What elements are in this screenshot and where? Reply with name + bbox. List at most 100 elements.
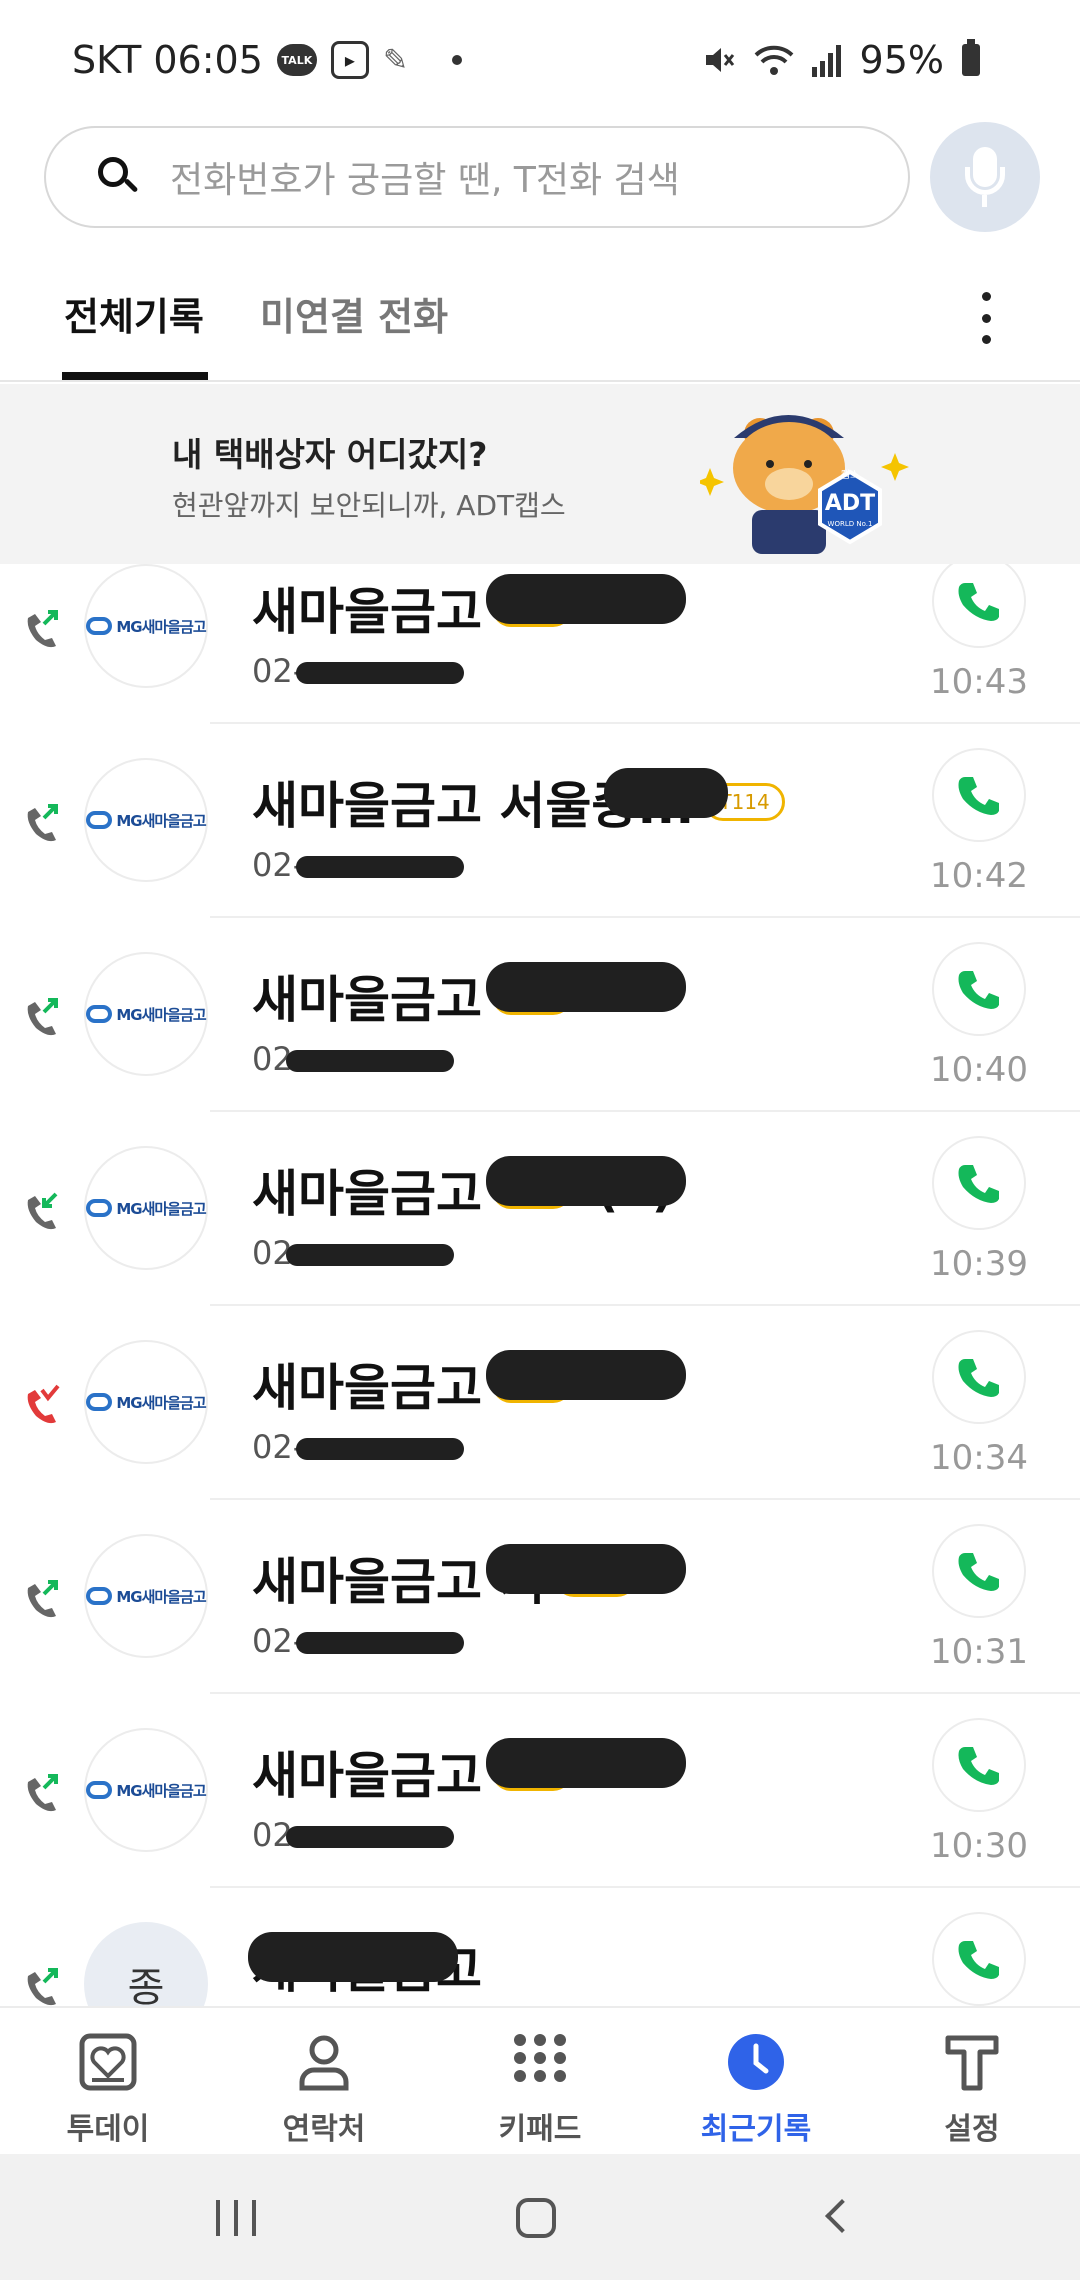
contact-name-text: 새마을금고 (252, 1165, 482, 1223)
call-log-row[interactable]: 종새마을금고010-3744-592909:51 (0, 1888, 1080, 2006)
call-button[interactable] (932, 1912, 1026, 2006)
call-time: 10:30 (930, 1826, 1028, 1866)
pen-icon: ✎ (382, 42, 409, 78)
contact-avatar[interactable]: MG새마을금고 (84, 952, 208, 1076)
call-button[interactable] (932, 1524, 1026, 1618)
nav-recents[interactable]: 최근기록 (686, 2032, 826, 2148)
call-button[interactable] (932, 1136, 1026, 1230)
call-log-row[interactable]: MG새마을금고새마을금고 서T11402-10:31 (0, 1500, 1080, 1694)
redaction-mark (286, 1050, 454, 1072)
mg-logo-icon: MG새마을금고 (86, 1198, 207, 1219)
mascot-bear-icon: 캡스 ADT WORLD No.1 (700, 415, 909, 554)
call-button[interactable] (932, 942, 1026, 1036)
badge-logo-text: ADT (825, 491, 875, 516)
search-placeholder: 전화번호가 궁금할 땐, T전화 검색 (170, 160, 680, 201)
call-log-row[interactable]: MG새마을금고새마을금고T1140210:40 (0, 918, 1080, 1112)
contact-avatar[interactable]: MG새마을금고 (84, 1728, 208, 1852)
call-time: 10:43 (930, 662, 1028, 702)
status-right: 95% (702, 38, 980, 82)
call-log-row[interactable]: MG새마을금고새마을금고T114(2)0210:39 (0, 1112, 1080, 1306)
nav-contacts[interactable]: 연락처 (254, 2032, 394, 2148)
contact-avatar[interactable]: MG새마을금고 (84, 1146, 208, 1270)
search-bar[interactable]: 전화번호가 궁금할 땐, T전화 검색 (44, 126, 910, 228)
call-log-row[interactable]: MG새마을금고새마을금고T1140210:30 (0, 1694, 1080, 1888)
call-log-row[interactable]: MG새마을금고새마을금고T11402-10:34 (0, 1306, 1080, 1500)
redaction-mark (286, 1244, 454, 1266)
contact-name-text: 새마을금고 (252, 1359, 482, 1417)
talk-icon: TALK (276, 44, 317, 76)
redaction-mark (248, 1932, 458, 1982)
nav-recents-label: 최근기록 (700, 2112, 812, 2147)
tab-bar: 전체기록 미연결 전화 (0, 262, 1080, 382)
call-time: 10:40 (930, 1050, 1028, 1090)
more-options-icon[interactable] (976, 292, 996, 344)
redaction-mark (486, 962, 686, 1012)
banner-subtitle: 현관앞까지 보안되니까, ADT캡스 (172, 489, 566, 522)
phone-icon (958, 1747, 999, 1785)
phone-icon (958, 971, 999, 1009)
nav-settings[interactable]: 설정 (902, 2032, 1042, 2148)
tab-missed-calls[interactable]: 미연결 전화 (260, 286, 448, 341)
nav-today-label: 투데이 (66, 2112, 150, 2147)
incoming-call-icon (27, 1192, 58, 1230)
status-left: SKT 06:05 TALK ▸ ✎ (72, 38, 463, 82)
back-icon[interactable] (825, 2199, 859, 2233)
call-button[interactable] (932, 1718, 1026, 1812)
nav-today[interactable]: 투데이 (38, 2032, 178, 2148)
search-icon (96, 155, 140, 199)
banner-title: 내 택배상자 어디갔지? (172, 435, 488, 474)
recent-apps-icon[interactable] (216, 2200, 256, 2236)
call-log-row[interactable]: MG새마을금고 새마을금고 서울중... T114 02- 10:42 (0, 724, 1080, 918)
badge-bottom-text: WORLD No.1 (828, 520, 873, 528)
home-icon[interactable] (516, 2198, 556, 2238)
bottom-nav: 투데이 연락처 키패드 최근기록 설정 (0, 2006, 1080, 2154)
status-bar: SKT 06:05 TALK ▸ ✎ 95% (0, 0, 1080, 120)
redaction-mark (486, 1544, 686, 1594)
call-log-row[interactable]: MG새마을금고새마을금고T11402-10:43 (0, 564, 1080, 724)
battery-icon (962, 39, 980, 76)
contact-avatar[interactable]: MG새마을금고 (84, 1340, 208, 1464)
call-time: 10:42 (930, 856, 1028, 896)
call-button[interactable] (932, 564, 1026, 648)
mg-logo-icon: MG새마을금고 (86, 810, 207, 831)
battery-percent: 95% (859, 38, 944, 82)
tab-all-history[interactable]: 전체기록 (64, 286, 204, 341)
redaction-mark (486, 1156, 686, 1206)
call-time: 10:31 (930, 1632, 1028, 1672)
contact-avatar[interactable]: 종 (84, 1922, 208, 2006)
contact-name-text: 새마을금고 (252, 971, 482, 1029)
outgoing-call-icon (27, 998, 58, 1036)
call-log-list: MG새마을금고새마을금고T11402-10:43MG새마을금고새마을금고 서울중… (0, 564, 1080, 2006)
nav-contacts-label: 연락처 (282, 2112, 366, 2147)
box-icon: ▸ (330, 41, 369, 79)
keypad-dots-icon (514, 2034, 566, 2082)
outgoing-call-icon (27, 610, 58, 648)
contact-avatar[interactable]: MG새마을금고 (84, 1534, 208, 1658)
phone-icon (958, 1553, 999, 1591)
mg-logo-icon: MG새마을금고 (86, 1780, 207, 1801)
contact-avatar[interactable]: MG새마을금고 (84, 758, 208, 882)
call-button[interactable] (932, 748, 1026, 842)
avatar-initial: 종 (127, 1965, 165, 2006)
mute-icon (705, 48, 734, 72)
call-button[interactable] (932, 1330, 1026, 1424)
wifi-icon (754, 45, 793, 75)
phone-icon (958, 1165, 999, 1203)
call-time: 10:39 (930, 1244, 1028, 1284)
nav-settings-label: 설정 (944, 2112, 1000, 2147)
badge-top-text: 캡스 (841, 469, 859, 481)
redaction-mark (286, 1826, 454, 1848)
redaction-mark (486, 1738, 686, 1788)
mic-button[interactable] (930, 122, 1040, 232)
redaction-mark (296, 662, 464, 684)
nav-keypad[interactable]: 키패드 (470, 2032, 610, 2148)
contacts-person-icon (299, 2035, 349, 2091)
redaction-mark (296, 1632, 464, 1654)
redaction-mark (296, 856, 464, 878)
ad-banner[interactable]: 내 택배상자 어디갔지? 현관앞까지 보안되니까, ADT캡스 캡스 ADT W… (0, 384, 1080, 564)
system-nav-bar (0, 2154, 1080, 2280)
recents-clock-icon (728, 2034, 784, 2090)
contact-avatar[interactable]: MG새마을금고 (84, 564, 208, 688)
tab-active-indicator (62, 372, 208, 380)
outgoing-call-icon (27, 804, 58, 842)
